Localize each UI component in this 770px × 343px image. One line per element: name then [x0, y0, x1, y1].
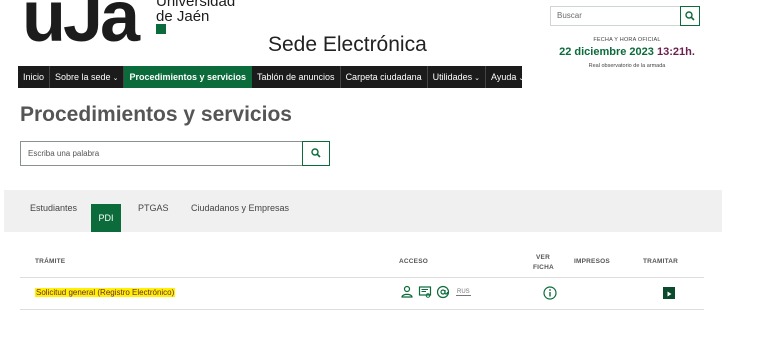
header-ver: VER [536, 254, 550, 261]
header-tramite: TRÁMITE [35, 258, 66, 265]
header-acceso: ACCESO [399, 258, 429, 265]
nav-item-utilidades[interactable]: Utilidades ⌄ [428, 66, 487, 88]
university-name: Universidad de Jaén [156, 0, 235, 24]
nav-item-ayuda[interactable]: Ayuda ⌄ [486, 66, 529, 88]
info-icon[interactable] [543, 286, 557, 300]
site-title: Sede Electrónica [268, 33, 427, 56]
nav-item-tablon[interactable]: Tablón de anuncios [252, 66, 341, 88]
nav-item-procedimientos[interactable]: Procedimientos y servicios [124, 66, 252, 88]
university-name-line2: de Jaén [156, 8, 210, 25]
procedures-search-button[interactable] [302, 141, 330, 166]
logo-wordmark: uJa [22, 0, 140, 57]
header-ver-ficha: VER FICHA [533, 253, 554, 273]
search-icon [311, 148, 321, 158]
header-ficha: FICHA [533, 264, 554, 271]
nav-label: Procedimientos y servicios [129, 72, 246, 82]
tab-ptgas[interactable]: PTGAS [138, 203, 169, 213]
certificate-icon[interactable] [418, 285, 432, 299]
official-datetime: FECHA Y HORA OFICIAL 22 diciembre 2023 1… [552, 37, 702, 69]
header-search-button[interactable] [680, 6, 700, 26]
at-sign-icon[interactable] [436, 285, 450, 299]
header-tramitar: TRAMITAR [643, 258, 679, 265]
header-search: Buscar [550, 6, 700, 26]
datetime-value: 22 diciembre 2023 13:21h. [552, 46, 702, 58]
nav-item-sobre-la-sede[interactable]: Sobre la sede ⌄ [50, 66, 125, 88]
table-divider [20, 277, 704, 278]
tramitar-button[interactable] [663, 287, 675, 299]
procedure-link[interactable]: Solicitud general (Registro Electrónico) [35, 288, 176, 297]
play-icon [667, 291, 672, 297]
tab-pdi[interactable]: PDI [91, 204, 121, 232]
header-search-input[interactable]: Buscar [550, 6, 681, 26]
user-key-icon[interactable] [400, 285, 414, 299]
tab-estudiantes[interactable]: Estudiantes [30, 203, 77, 213]
time-value: 13:21h. [656, 46, 695, 58]
observatory-label: Real observatorio de la armada [588, 63, 666, 69]
procedures-search: Escriba una palabra [20, 141, 330, 166]
nav-item-inicio[interactable]: Inicio [18, 66, 51, 88]
nav-label: Ayuda [491, 72, 517, 82]
logo-square [156, 24, 166, 34]
university-logo[interactable]: uJa Universidad de Jaén [22, 0, 242, 56]
procedures-search-placeholder: Escriba una palabra [28, 149, 100, 158]
nav-label: Sobre la sede [55, 72, 111, 82]
audience-tabs: Estudiantes PDI PTGAS Ciudadanos y Empre… [4, 190, 722, 232]
date-value: 22 diciembre 2023 [559, 46, 654, 58]
search-icon [685, 11, 695, 21]
chevron-down-icon: ⌄ [518, 75, 525, 82]
nav-label: Utilidades [432, 72, 473, 82]
rus-access[interactable]: RUS [456, 289, 471, 296]
header-search-placeholder: Buscar [557, 11, 582, 20]
chevron-down-icon: ⌄ [474, 75, 481, 82]
header-impresos: IMPRESOS [574, 258, 610, 265]
procedures-search-input[interactable]: Escriba una palabra [20, 141, 303, 166]
nav-label: Inicio [23, 72, 45, 82]
chevron-down-icon: ⌄ [112, 75, 119, 82]
nav-item-carpeta[interactable]: Carpeta ciudadana [341, 66, 428, 88]
nav-label: Carpeta ciudadana [345, 72, 422, 82]
main-nav: Inicio Sobre la sede ⌄ Procedimientos y s… [18, 66, 524, 88]
access-methods: RUS [400, 285, 471, 299]
tab-ciudadanos-empresas[interactable]: Ciudadanos y Empresas [191, 203, 289, 213]
page-title: Procedimientos y servicios [20, 103, 292, 126]
nav-label: Tablón de anuncios [257, 72, 335, 82]
table-divider [20, 309, 704, 310]
datetime-label: FECHA Y HORA OFICIAL [593, 37, 661, 43]
